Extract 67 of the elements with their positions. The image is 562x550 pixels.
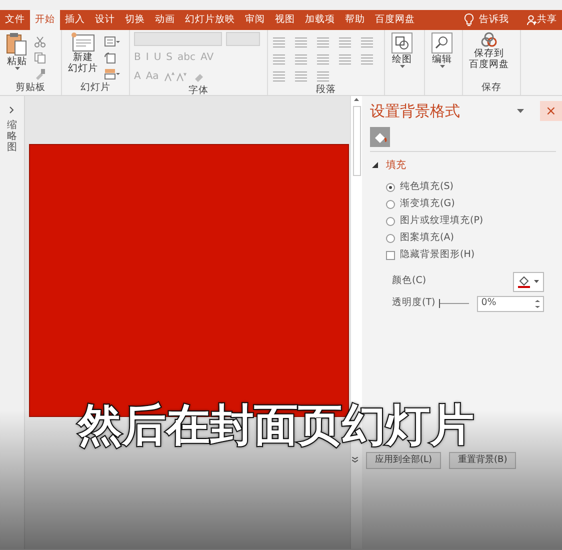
layout-icon[interactable] <box>104 36 120 48</box>
pane-title: 设置背景格式 <box>370 101 461 122</box>
option-label: 图案填充(A) <box>400 230 454 245</box>
dropdown-arrow-icon <box>534 280 539 284</box>
option-label: 纯色填充(S) <box>400 180 454 194</box>
spinner-icon <box>535 298 540 308</box>
dropdown-arrow-icon[interactable] <box>14 67 20 72</box>
dropdown-arrow-icon[interactable] <box>517 108 524 114</box>
ribbon-tab[interactable]: 动画 <box>150 10 180 30</box>
ribbon-tab[interactable]: 百度网盘 <box>370 10 420 30</box>
section-header[interactable]: 填充 <box>370 156 562 178</box>
font-size-field[interactable] <box>226 32 260 46</box>
ribbon-tab[interactable]: 帮助 <box>340 10 370 30</box>
group-label: 保存 <box>480 81 502 95</box>
new-slide-button[interactable]: 新建 幻灯片 <box>66 32 100 75</box>
cloud-icon <box>480 32 498 48</box>
fill-bucket-icon <box>518 275 530 288</box>
ribbon-tab[interactable]: 插入 <box>60 10 90 30</box>
transparency-label: 透明度(T) <box>392 296 436 310</box>
option-label: 渐变填充(G) <box>400 196 455 211</box>
section-icon[interactable] <box>104 68 120 80</box>
thumbnails-label[interactable]: 缩略图 <box>7 120 17 153</box>
scroll-up-arrow-icon[interactable] <box>353 96 360 104</box>
scissors-icon[interactable] <box>34 36 46 48</box>
scroll-thumb[interactable] <box>352 106 360 176</box>
ribbon-tab[interactable]: 设计 <box>90 10 120 30</box>
radio-button[interactable] <box>386 200 395 208</box>
drawing-button[interactable]: 绘图 <box>389 32 415 70</box>
pane-button[interactable]: 应用到全部(L) <box>366 452 442 469</box>
dropdown-arrow-icon[interactable] <box>440 65 444 70</box>
ribbon-tab[interactable]: 切换 <box>120 10 150 30</box>
paste-button[interactable]: 粘贴 <box>4 32 30 72</box>
group-label: 剪贴板 <box>14 81 46 95</box>
radio-button[interactable] <box>386 182 395 192</box>
ribbon-tab[interactable]: 文件 <box>0 10 30 30</box>
lightbulb-icon <box>464 13 474 27</box>
ribbon-tab[interactable]: 视图 <box>270 10 300 30</box>
share-button[interactable]: 共享 <box>522 10 562 30</box>
ribbon-tab[interactable]: 加载项 <box>300 10 340 30</box>
radio-button[interactable] <box>386 234 395 242</box>
collapse-triangle-icon <box>372 162 378 168</box>
color-label: 颜色(C) <box>392 274 428 288</box>
color-picker-button[interactable] <box>513 272 544 292</box>
pane-button[interactable]: 重置背景(B) <box>449 452 516 469</box>
radio-button[interactable] <box>386 216 395 226</box>
ribbon-tab[interactable]: 开始 <box>30 10 60 30</box>
reset-icon[interactable] <box>104 52 116 64</box>
option-label: 隐藏背景图形(H) <box>400 248 475 262</box>
save-to-cloud-button[interactable]: 保存到 百度网盘 <box>467 32 511 71</box>
transparency-field[interactable]: 0% <box>477 296 544 312</box>
double-down-arrow-icon[interactable] <box>352 457 358 464</box>
font-name-field[interactable] <box>134 32 222 46</box>
ribbon-tab[interactable]: 幻灯片放映 <box>180 10 240 30</box>
ribbon-tab[interactable]: 审阅 <box>240 10 270 30</box>
group-label: 字体 <box>188 84 210 98</box>
fill-bucket-icon[interactable] <box>370 126 390 146</box>
group-label: 段落 <box>315 83 337 97</box>
option-label: 图片或纹理填充(P) <box>400 214 484 228</box>
group-label: 幻灯片 <box>80 81 112 95</box>
close-button[interactable]: × <box>540 101 562 122</box>
dropdown-arrow-icon[interactable] <box>400 65 404 70</box>
brush-icon[interactable] <box>34 68 46 80</box>
checkbox[interactable] <box>386 250 395 260</box>
person-icon <box>527 15 537 25</box>
editing-button[interactable]: 编辑 <box>429 32 455 70</box>
tell-me-search[interactable]: 告诉我 <box>474 10 514 30</box>
copy-icon[interactable] <box>34 52 46 64</box>
